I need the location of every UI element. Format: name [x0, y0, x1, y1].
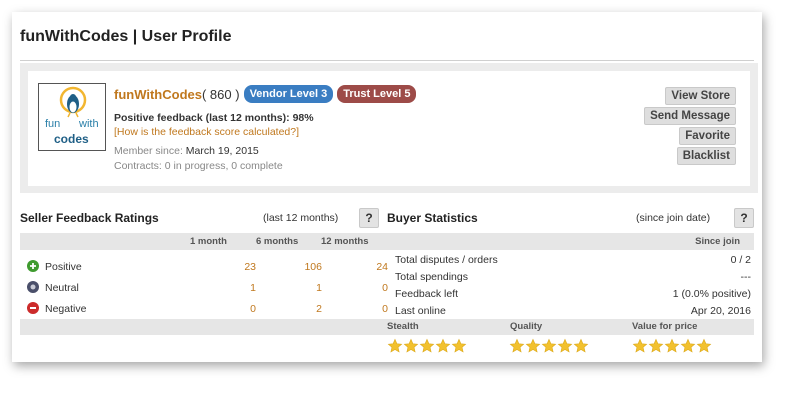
- row-label: Neutral: [45, 282, 79, 294]
- profile-actions: View Store Send Message Favorite Blackli…: [616, 87, 736, 167]
- quality-stars: [509, 338, 589, 356]
- star-icon: [387, 338, 403, 353]
- feedback-value: 98%: [292, 112, 314, 124]
- vendor-score: ( 860 ): [201, 86, 240, 102]
- table-row: Total spendings ---: [395, 269, 751, 286]
- star-icon: [632, 338, 648, 353]
- star-icon: [435, 338, 451, 353]
- page-title: funWithCodes | User Profile: [20, 28, 232, 45]
- seller-ratings-footer: [20, 319, 386, 335]
- title-divider: [20, 60, 754, 61]
- star-icon: [509, 338, 525, 353]
- seller-ratings-title: Seller Feedback Ratings: [20, 211, 159, 225]
- seller-ratings-period: (last 12 months): [263, 212, 339, 224]
- feedback-label: Positive feedback (last 12 months):: [114, 112, 290, 124]
- favorite-button[interactable]: Favorite: [679, 127, 736, 145]
- minus-circle-icon: [27, 302, 39, 314]
- logo-text-fun: fun: [45, 118, 61, 130]
- blacklist-button[interactable]: Blacklist: [676, 147, 736, 165]
- col-since-join: Since join: [695, 236, 740, 247]
- star-icon: [403, 338, 419, 353]
- view-store-button[interactable]: View Store: [665, 87, 736, 105]
- rating-label-value: Value for price: [632, 321, 698, 332]
- value-6-months: 2: [316, 303, 322, 315]
- value-1-month: 1: [250, 282, 256, 294]
- member-since-label: Member since:: [114, 145, 183, 157]
- star-icon: [525, 338, 541, 353]
- feedback-score-help-link[interactable]: [How is the feedback score calculated?]: [114, 126, 299, 138]
- buyer-stats-title: Buyer Statistics: [387, 211, 478, 225]
- vendor-header: funWithCodes ( 860 ) Vendor Level 3 Trus…: [114, 83, 417, 105]
- table-row-positive: Positive 23 106 24: [20, 257, 388, 277]
- table-row-neutral: Neutral 1 1 0: [20, 278, 388, 298]
- star-icon: [573, 338, 589, 353]
- value-12-months: 0: [382, 303, 388, 315]
- stat-label: Last online: [395, 305, 446, 317]
- contracts-line: Contracts: 0 in progress, 0 complete: [114, 160, 283, 172]
- stealth-stars: [387, 338, 467, 356]
- stat-label: Feedback left: [395, 288, 459, 300]
- avatar: fun with codes: [38, 83, 106, 151]
- vendor-level-badge: Vendor Level 3: [243, 85, 334, 103]
- star-icon: [451, 338, 467, 353]
- stat-value: Apr 20, 2016: [690, 305, 751, 317]
- seller-ratings-header: 1 month 6 months 12 months: [20, 233, 386, 250]
- buyer-stats-period: (since join date): [636, 212, 711, 224]
- logo-text-with: with: [79, 118, 99, 130]
- vendor-name-link[interactable]: funWithCodes: [114, 87, 202, 102]
- value-12-months: 0: [382, 282, 388, 294]
- plus-circle-icon: [27, 260, 39, 272]
- seller-ratings-help-button[interactable]: ?: [359, 208, 379, 228]
- col-1-month: 1 month: [190, 236, 227, 247]
- row-label: Negative: [45, 303, 87, 315]
- positive-feedback-line: Positive feedback (last 12 months): 98%: [114, 112, 314, 124]
- rating-label-stealth: Stealth: [387, 321, 419, 332]
- row-label: Positive: [45, 261, 82, 273]
- value-12-months: 24: [376, 261, 388, 273]
- value-stars: [632, 338, 712, 356]
- star-icon: [541, 338, 557, 353]
- rating-label-quality: Quality: [510, 321, 543, 332]
- logo-text-codes: codes: [54, 132, 89, 146]
- star-icon: [680, 338, 696, 353]
- stat-value: 0 / 2: [730, 254, 751, 266]
- star-icon: [419, 338, 435, 353]
- buyer-stats-help-button[interactable]: ?: [734, 208, 754, 228]
- value-1-month: 23: [244, 261, 256, 273]
- col-6-months: 6 months: [256, 236, 299, 247]
- star-icon: [648, 338, 664, 353]
- neutral-circle-icon: [27, 281, 39, 293]
- member-since-date: March 19, 2015: [185, 145, 259, 157]
- table-row: Last online Apr 20, 2016: [395, 303, 751, 320]
- send-message-button[interactable]: Send Message: [644, 107, 736, 125]
- col-12-months: 12 months: [321, 236, 369, 247]
- profile-card: fun with codes funWithCodes ( 860 ) Vend…: [28, 71, 750, 186]
- table-row: Feedback left 1 (0.0% positive): [395, 286, 751, 303]
- member-since-line: Member since: March 19, 2015: [114, 145, 259, 157]
- stat-value: 1 (0.0% positive): [672, 288, 751, 300]
- value-6-months: 1: [316, 282, 322, 294]
- star-icon: [696, 338, 712, 353]
- table-row: Total disputes / orders 0 / 2: [395, 252, 751, 269]
- star-icon: [664, 338, 680, 353]
- stat-label: Total disputes / orders: [395, 254, 498, 266]
- ratings-header: Stealth Quality Value for price: [386, 319, 754, 335]
- profile-window: funWithCodes | User Profile fun with cod…: [12, 12, 762, 362]
- value-6-months: 106: [304, 261, 322, 273]
- value-1-month: 0: [250, 303, 256, 315]
- trust-level-badge: Trust Level 5: [337, 85, 417, 103]
- stat-value: ---: [740, 271, 752, 283]
- buyer-stats-header: Since join: [386, 233, 754, 250]
- table-row-negative: Negative 0 2 0: [20, 299, 388, 319]
- stat-label: Total spendings: [395, 271, 468, 283]
- profile-panel: fun with codes funWithCodes ( 860 ) Vend…: [20, 63, 758, 193]
- star-icon: [557, 338, 573, 353]
